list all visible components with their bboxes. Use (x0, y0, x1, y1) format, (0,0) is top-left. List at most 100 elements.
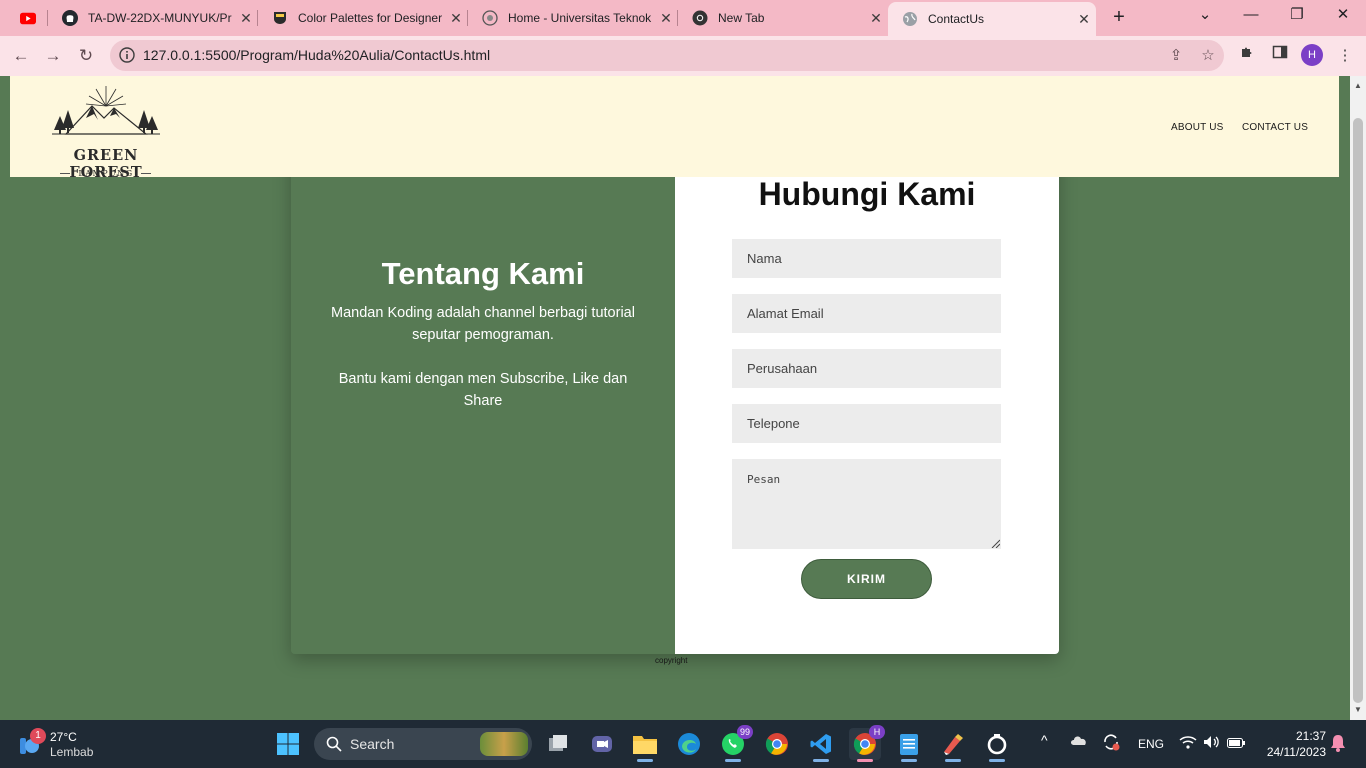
back-button[interactable]: ← (8, 43, 34, 69)
contact-card: Tentang Kami Mandan Koding adalah channe… (291, 136, 1059, 654)
browser-tab-bar: TA-DW-22DX-MUNYUK/Pr ✕ Color Palettes fo… (0, 0, 1366, 36)
site-header: GREEN FOREST LAMPUNG ABOUT US CONTACT US (10, 76, 1339, 181)
github-icon (62, 10, 78, 26)
menu-kebab-icon[interactable]: ⋮ (1333, 44, 1357, 68)
tab-search-icon[interactable]: ⌄ (1182, 0, 1228, 32)
weather-widget[interactable]: 1 27°C Lembab (18, 728, 138, 760)
university-icon (482, 10, 498, 26)
resize-grip-icon[interactable] (991, 539, 1000, 548)
weather-temp: 27°C (50, 730, 77, 744)
close-tab-icon[interactable]: ✕ (234, 10, 258, 27)
tab-contactus[interactable]: ContactUs ✕ (888, 2, 1096, 36)
bookmark-star-icon[interactable]: ☆ (1198, 46, 1218, 66)
onedrive-cloud-icon[interactable] (1070, 734, 1088, 749)
brand-logo[interactable]: GREEN FOREST LAMPUNG (38, 84, 174, 181)
url-text: 127.0.0.1:5500/Program/Huda%20Aulia/Cont… (143, 47, 491, 63)
share-icon[interactable]: ⇪ (1166, 46, 1186, 66)
globe-icon (902, 11, 918, 27)
forward-button[interactable]: → (40, 43, 66, 69)
scroll-down-icon[interactable]: ▼ (1350, 702, 1366, 718)
tab-title: ContactUs (928, 12, 985, 26)
nav-about-us[interactable]: ABOUT US (1171, 122, 1224, 133)
tab-title: New Tab (718, 11, 765, 25)
mountain-forest-icon (52, 86, 160, 135)
chrome-profile-icon[interactable]: H (849, 725, 885, 762)
email-field[interactable] (732, 294, 1001, 333)
footer-copyright: copyright (655, 656, 688, 665)
close-tab-icon[interactable]: ✕ (864, 10, 888, 27)
brand-tagline: LAMPUNG (78, 169, 134, 178)
address-bar[interactable]: 127.0.0.1:5500/Program/Huda%20Aulia/Cont… (110, 40, 1224, 71)
about-title: Tentang Kami (381, 256, 585, 291)
reload-button[interactable]: ↻ (73, 43, 99, 69)
volume-icon[interactable] (1203, 735, 1221, 752)
scrollbar-thumb[interactable] (1353, 118, 1363, 703)
tab-new-tab[interactable]: New Tab ✕ (678, 2, 888, 34)
nav-contact-us[interactable]: CONTACT US (1242, 122, 1308, 133)
clock-time: 21:37 (1295, 729, 1326, 743)
whatsapp-icon[interactable]: 99 (717, 725, 753, 762)
search-label: Search (350, 736, 395, 752)
notification-bell-icon[interactable] (1330, 734, 1346, 755)
about-paragraph: Bantu kami dengan men Subscribe, Like da… (338, 371, 628, 409)
paint-tool-icon[interactable] (937, 728, 969, 762)
about-paragraph: Mandan Koding adalah channel berbagi tut… (331, 305, 635, 343)
close-window-button[interactable]: ✕ (1320, 0, 1366, 32)
tab-title: Home - Universitas Teknok (508, 11, 652, 25)
battery-icon[interactable] (1227, 737, 1245, 751)
task-view-icon[interactable] (542, 728, 574, 760)
edge-icon[interactable] (673, 728, 705, 760)
site-info-icon[interactable] (118, 46, 136, 64)
sync-update-icon[interactable] (1102, 733, 1120, 754)
new-tab-button[interactable]: + (1107, 4, 1131, 30)
company-field[interactable] (732, 349, 1001, 388)
profile-avatar[interactable]: H (1301, 44, 1323, 66)
weather-condition: Lembab (50, 745, 94, 759)
clock-date: 24/11/2023 (1266, 745, 1326, 759)
submit-button[interactable]: KIRIM (801, 559, 932, 599)
side-panel-icon[interactable] (1268, 44, 1292, 68)
windows-start-icon[interactable] (276, 732, 300, 756)
notification-badge: 1 (30, 728, 46, 744)
language-indicator[interactable]: ENG (1138, 737, 1164, 751)
system-clock[interactable]: 21:37 24/11/2023 (1256, 728, 1326, 760)
file-explorer-icon[interactable] (629, 728, 661, 762)
browser-toolbar: ← → ↻ 127.0.0.1:5500/Program/Huda%20Auli… (0, 36, 1366, 76)
scroll-up-icon[interactable]: ▲ (1350, 78, 1366, 94)
close-tab-icon[interactable]: ✕ (444, 10, 468, 27)
phone-field[interactable] (732, 404, 1001, 443)
contact-title: Hubungi Kami (758, 176, 976, 212)
page-scrollbar[interactable]: ▲ ▼ (1350, 76, 1366, 720)
wifi-icon[interactable] (1179, 735, 1197, 752)
chrome-icon[interactable] (761, 728, 793, 760)
vscode-icon[interactable] (805, 728, 837, 762)
tab-title: Color Palettes for Designer (298, 11, 443, 25)
search-highlight-image (480, 732, 528, 756)
profile-badge: H (869, 725, 885, 739)
windows-taskbar: 1 27°C Lembab Search 99 H ^ ENG 21:37 24… (0, 720, 1366, 768)
app-ring-icon[interactable] (981, 728, 1013, 762)
name-field[interactable] (732, 239, 1001, 278)
about-panel: Tentang Kami Mandan Koding adalah channe… (291, 136, 675, 654)
search-icon (326, 736, 342, 752)
close-tab-icon[interactable]: ✕ (1072, 11, 1096, 28)
unread-badge: 99 (736, 725, 753, 739)
contact-form-panel: Hubungi Kami KIRIM (675, 136, 1059, 654)
palette-icon (272, 10, 288, 26)
youtube-icon (20, 10, 36, 26)
tab-github[interactable]: TA-DW-22DX-MUNYUK/Pr ✕ (48, 2, 258, 34)
show-hidden-icons-icon[interactable]: ^ (1041, 732, 1048, 748)
tab-color-palettes[interactable]: Color Palettes for Designer ✕ (258, 2, 468, 34)
tab-universitas[interactable]: Home - Universitas Teknok ✕ (468, 2, 678, 34)
extensions-puzzle-icon[interactable] (1236, 44, 1260, 68)
taskbar-search[interactable]: Search (314, 728, 532, 760)
close-tab-icon[interactable]: ✕ (654, 10, 678, 27)
page-viewport: GREEN FOREST LAMPUNG ABOUT US CONTACT US… (0, 76, 1350, 720)
teams-chat-icon[interactable] (586, 728, 618, 760)
notepad-icon[interactable] (893, 728, 925, 762)
tab-title: TA-DW-22DX-MUNYUK/Pr (88, 11, 232, 25)
minimize-button[interactable]: — (1228, 0, 1274, 32)
chrome-icon (692, 10, 708, 26)
message-field[interactable] (732, 459, 1001, 549)
restore-button[interactable]: ❐ (1274, 0, 1320, 32)
